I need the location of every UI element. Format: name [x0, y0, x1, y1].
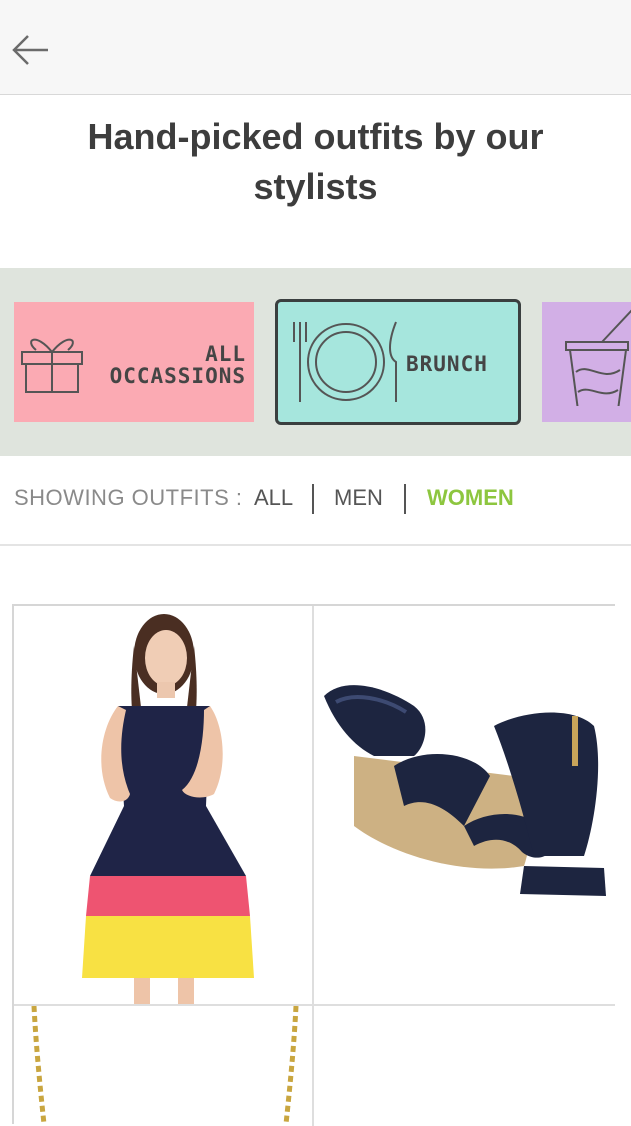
outfit-item-necklace[interactable]	[14, 1006, 314, 1126]
outfit-filter: SHOWING OUTFITS : ALL MEN WOMEN	[0, 470, 631, 530]
category-carousel[interactable]: ALL OCCASSIONS BRUNCH	[0, 268, 631, 456]
filter-separator	[312, 484, 314, 514]
divider	[0, 544, 631, 546]
dress-image	[82, 614, 254, 1004]
gift-icon	[21, 338, 83, 393]
category-label-line2: OCCASSIONS	[109, 364, 246, 388]
filter-men[interactable]: MEN	[334, 485, 383, 511]
filter-all[interactable]: ALL	[254, 485, 293, 511]
sandals-image	[324, 685, 606, 896]
filter-label: SHOWING OUTFITS :	[14, 485, 243, 510]
category-all-occassions[interactable]: ALL OCCASSIONS	[14, 302, 254, 422]
plate-cutlery-icon	[293, 321, 397, 402]
necklace-image	[31, 1006, 299, 1125]
outfit-item-empty[interactable]	[314, 1006, 615, 1126]
filter-women[interactable]: WOMEN	[427, 485, 514, 511]
outfit-item-sandals[interactable]	[314, 606, 615, 1006]
category-drinks[interactable]	[542, 302, 631, 422]
drink-cup-icon	[565, 309, 631, 406]
arrow-left-icon	[12, 35, 48, 65]
back-button[interactable]	[10, 30, 52, 70]
top-bar	[0, 0, 631, 95]
page-title: Hand-picked outfits by our stylists	[87, 116, 544, 207]
category-label: BRUNCH	[406, 352, 488, 376]
outfit-item-dress[interactable]	[14, 606, 314, 1006]
filter-separator	[404, 484, 406, 514]
category-label-line1: ALL	[205, 342, 246, 366]
outfit-grid	[12, 604, 615, 1126]
category-brunch[interactable]: BRUNCH	[275, 299, 521, 425]
